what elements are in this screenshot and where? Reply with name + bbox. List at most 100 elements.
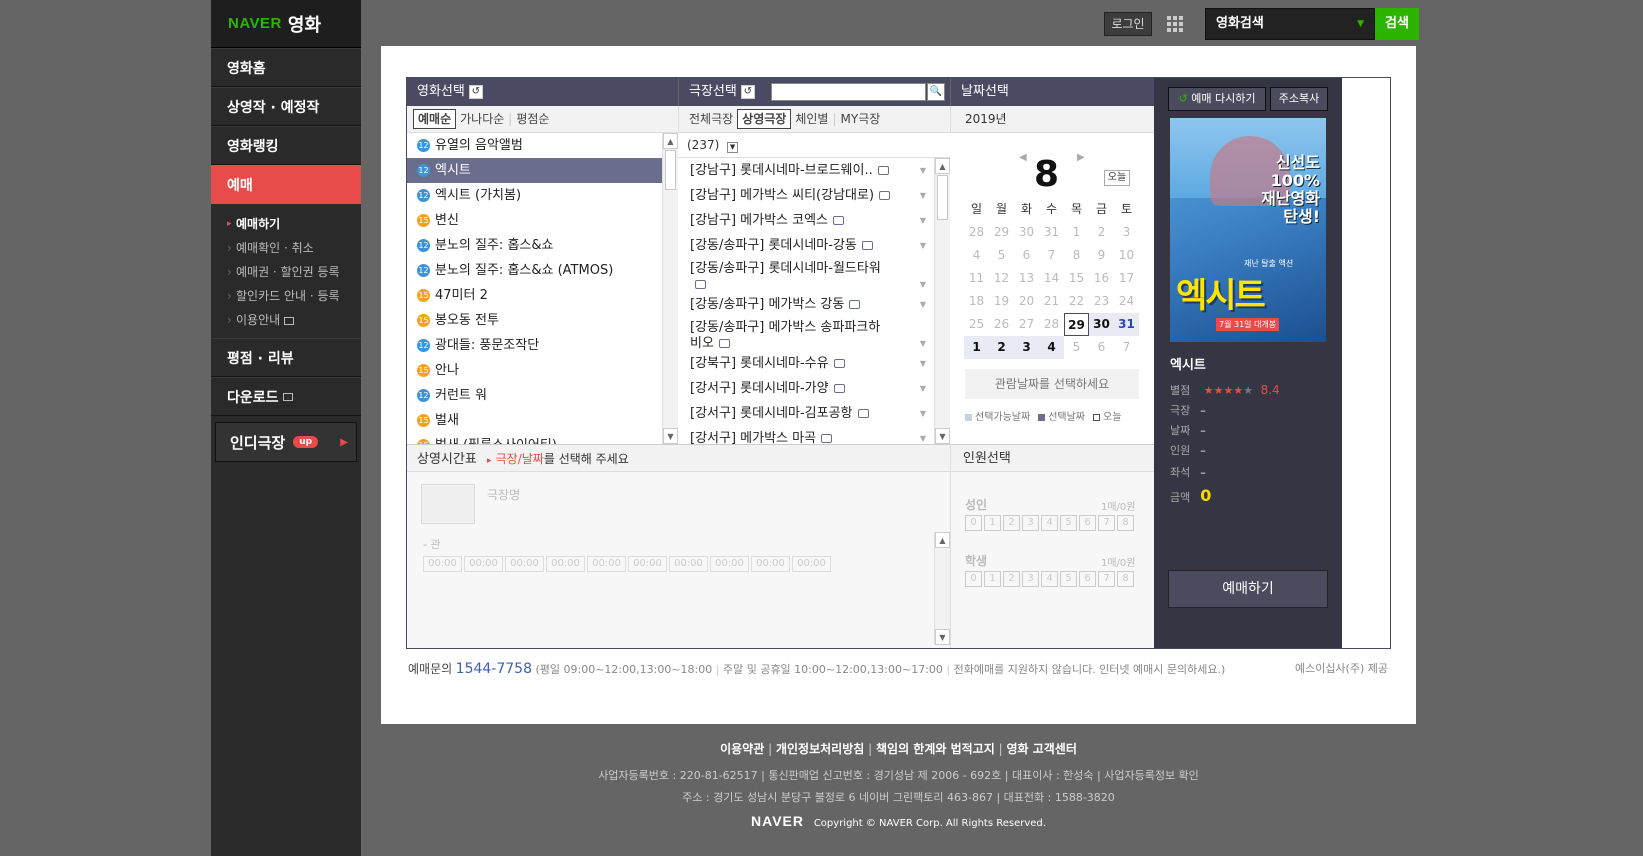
subnav-book[interactable]: 예매하기 [227,212,361,236]
count-option[interactable]: 3 [1022,515,1039,531]
nav-item-booking[interactable]: 예매 [211,165,361,204]
scroll-down-icon[interactable]: ▼ [935,629,950,645]
movie-list-item[interactable]: 15 변신 [407,208,662,233]
subnav-coupon[interactable]: 예매권 · 할인권 등록 [227,260,361,284]
theater-list-item[interactable]: [강남구] 롯데시네마-브로드웨이.. ▼ [678,158,934,183]
chevron-down-icon[interactable]: ▼ [920,336,926,352]
subnav-check-cancel[interactable]: 예매확인 · 취소 [227,236,361,260]
chevron-down-icon[interactable]: ▼ [920,233,926,258]
nav-item-ranking[interactable]: 영화랭킹 [211,126,361,165]
chevron-down-icon[interactable]: ▼ [920,401,926,426]
showtime-slot[interactable]: 00:00 [464,556,503,572]
calendar-day[interactable]: 2 [989,336,1014,359]
nav-item-movie-home[interactable]: 영화홈 [211,48,361,87]
chevron-down-icon[interactable]: ▼ [920,292,926,317]
movie-list-item[interactable]: 12 광대들: 풍문조작단 [407,333,662,358]
refresh-icon[interactable]: ↺ [468,84,483,99]
chevron-down-icon[interactable]: ▼ [920,376,926,401]
theater-list-item[interactable]: [강남구] 메가박스 씨티(강남대로) ▼ [678,183,934,208]
theater-list-item[interactable]: [강동/송파구] 롯데시네마-월드타워 ▼ [678,258,934,292]
count-option[interactable]: 7 [1098,571,1115,587]
chevron-down-icon[interactable]: ▼ [920,277,926,293]
chevron-down-icon[interactable]: ▼ [920,158,926,183]
subnav-guide[interactable]: 이용안내 [227,308,361,332]
search-button[interactable]: 검색 [1375,8,1419,40]
chevron-down-icon[interactable]: ▼ [727,142,739,153]
sort-rating[interactable]: 평점순 [512,106,553,133]
calendar-day[interactable]: 1 [964,336,989,359]
scroll-up-icon[interactable]: ▲ [663,133,678,149]
theater-list-item[interactable]: [강북구] 롯데시네마-수유 ▼ [678,351,934,376]
search-category-select[interactable]: 영화검색 ▼ [1205,8,1375,40]
nav-item-reviews[interactable]: 평점 · 리뷰 [211,338,361,377]
scroll-up-icon[interactable]: ▲ [935,158,950,174]
chevron-down-icon[interactable]: ▼ [920,426,926,444]
theater-list-item[interactable]: [강서구] 롯데시네마-가양 ▼ [678,376,934,401]
apps-grid-icon[interactable] [1166,15,1184,33]
scroll-down-icon[interactable]: ▼ [663,428,678,444]
next-month-icon[interactable]: ▶ [1077,152,1085,163]
count-option[interactable]: 8 [1117,515,1134,531]
theater-list-item[interactable]: [강서구] 메가박스 마곡 ▼ [678,426,934,444]
count-option[interactable]: 8 [1117,571,1134,587]
showtime-slot[interactable]: 00:00 [669,556,708,572]
showtime-slot[interactable]: 00:00 [751,556,790,572]
nav-item-now-showing[interactable]: 상영작 · 예정작 [211,87,361,126]
nav-item-download[interactable]: 다운로드 [211,377,361,416]
chevron-down-icon[interactable]: ▼ [920,208,926,233]
tab-chain[interactable]: 체인별 [791,106,832,133]
movie-list-item[interactable]: 12 유열의 음악앨범 [407,133,662,158]
count-option[interactable]: 4 [1041,571,1058,587]
theater-search-input[interactable] [771,83,926,101]
count-option[interactable]: 1 [984,515,1001,531]
showtime-slot[interactable]: 00:00 [587,556,626,572]
indie-theater-banner[interactable]: 인디극장 up ▶ [215,422,357,462]
scroll-down-icon[interactable]: ▼ [935,428,950,444]
theater-list-item[interactable]: [강동/송파구] 메가박스 송파파크하 비오 ▼ [678,317,934,351]
showtime-slot[interactable]: 00:00 [710,556,749,572]
today-button[interactable]: 오늘 [1104,170,1130,186]
chevron-down-icon[interactable]: ▼ [920,183,926,208]
calendar-day[interactable]: 4 [1039,336,1064,359]
count-option[interactable]: 5 [1060,571,1077,587]
login-button[interactable]: 로그인 [1104,12,1152,36]
theater-list-item[interactable]: [강동/송파구] 롯데시네마-강동 ▼ [678,233,934,258]
naver-movie-logo[interactable]: NAVER 영화 [211,0,361,48]
calendar-day[interactable]: 29 [1064,313,1089,336]
showtime-slot[interactable]: 00:00 [423,556,462,572]
theater-list-scrollbar[interactable]: ▲ ▼ [934,158,950,444]
refresh-icon[interactable]: ↺ [740,84,755,99]
footer-link-support[interactable]: 영화 고객센터 [1006,742,1076,756]
movie-list-item[interactable]: 15 벌새 [407,408,662,433]
footer-link-terms[interactable]: 이용약관 [720,742,764,756]
chevron-down-icon[interactable]: ▼ [920,351,926,376]
copy-url-button[interactable]: 주소복사 [1270,87,1328,111]
footer-link-legal[interactable]: 책임의 한계와 법적고지 [876,742,995,756]
book-button[interactable]: 예매하기 [1168,570,1328,608]
scroll-thumb[interactable] [665,150,676,190]
count-option[interactable]: 6 [1079,571,1096,587]
tab-my-theater[interactable]: MY극장 [837,106,885,133]
sort-alpha[interactable]: 가나다순 [456,106,508,133]
showtime-slot[interactable]: 00:00 [792,556,831,572]
movie-list-scrollbar[interactable]: ▲ ▼ [662,133,678,444]
movie-list-item[interactable]: 15벌새 (필름소사이어티) [407,433,662,444]
calendar-day[interactable]: 30 [1089,313,1114,336]
movie-list-item[interactable]: 12 엑시트 (가치봄) [407,183,662,208]
count-option[interactable]: 0 [965,515,982,531]
prev-month-icon[interactable]: ◀ [1019,152,1027,163]
tab-all-theaters[interactable]: 전체극장 [685,106,737,133]
movie-list-item[interactable]: 12 커런트 워 [407,383,662,408]
schedule-scrollbar[interactable]: ▲ ▼ [934,532,950,645]
sort-booking[interactable]: 예매순 [413,109,457,129]
movie-list-item[interactable]: 12 분노의 질주: 홉스&쇼 [407,233,662,258]
theater-list-item[interactable]: [강남구] 메가박스 코엑스 ▼ [678,208,934,233]
rebook-button[interactable]: ↺ 예매 다시하기 [1168,87,1266,111]
subnav-card[interactable]: 할인카드 안내 · 등록 [227,284,361,308]
calendar-day[interactable]: 3 [1014,336,1039,359]
count-option[interactable]: 1 [984,571,1001,587]
count-option[interactable]: 0 [965,571,982,587]
showtime-slot[interactable]: 00:00 [628,556,667,572]
count-option[interactable]: 4 [1041,515,1058,531]
tab-showing-theaters[interactable]: 상영극장 [737,109,792,129]
